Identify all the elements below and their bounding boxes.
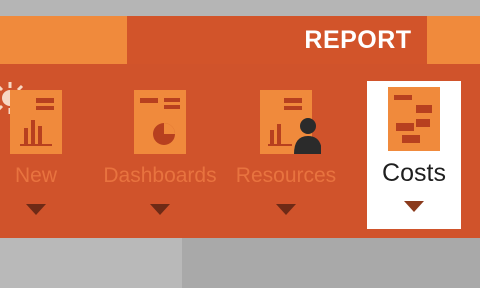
- cost-sheet-icon: [388, 87, 440, 151]
- ribbon-item-label: Costs: [382, 159, 446, 187]
- tab-report[interactable]: REPORT: [289, 16, 427, 64]
- ribbon-item-label: New: [14, 164, 57, 187]
- ribbon-item-dashboards[interactable]: Dashboards: [97, 84, 223, 234]
- ribbon-item-new[interactable]: New: [0, 84, 99, 234]
- bottom-panel-left: [0, 238, 182, 288]
- tab-report-label: REPORT: [304, 25, 412, 54]
- pie-chart-icon: [134, 90, 186, 154]
- chart-person-icon: [260, 90, 321, 154]
- top-strip: [0, 0, 480, 16]
- ribbon-item-label: Dashboards: [103, 164, 217, 187]
- ribbon-item-costs[interactable]: Costs: [367, 81, 461, 229]
- bottom-panel-right: [182, 238, 480, 288]
- dropdown-arrow-icon[interactable]: [150, 204, 170, 215]
- bar-chart-icon: [10, 90, 62, 154]
- dropdown-arrow-icon[interactable]: [26, 204, 46, 215]
- tab-strip-segment: [127, 16, 289, 64]
- ribbon-item-label: Resources: [235, 164, 337, 187]
- dropdown-arrow-icon[interactable]: [276, 204, 296, 215]
- ribbon-item-resources[interactable]: Resources: [223, 84, 349, 234]
- dropdown-arrow-icon[interactable]: [404, 201, 424, 212]
